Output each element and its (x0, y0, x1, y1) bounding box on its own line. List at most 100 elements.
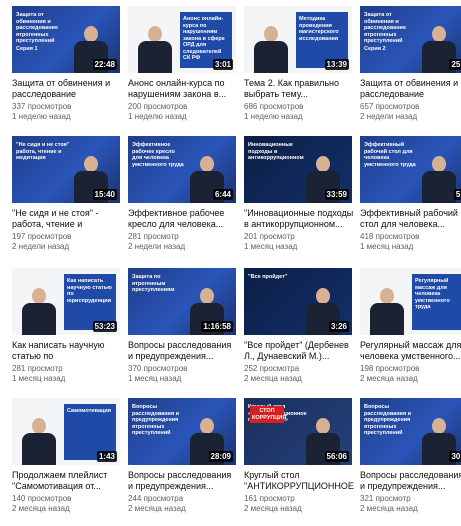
video-thumbnail[interactable]: Защита от обвинения и расследование ятро… (360, 6, 461, 73)
video-card[interactable]: Как написать научную статью по юриспруде… (12, 268, 120, 396)
video-title[interactable]: Вопросы расследования и предупреждения..… (128, 470, 238, 492)
video-meta: 198 просмотров 2 месяца назад (360, 364, 461, 384)
video-title[interactable]: Круглый стол "АНТИКОРРУПЦИОННОЕ... (244, 470, 354, 492)
upload-age: 2 месяца назад (360, 374, 418, 383)
video-thumbnail[interactable]: Эффективное рабочее кресло для человека … (128, 136, 236, 203)
thumbnail-text: Методика проведения магистерского исслед… (299, 16, 339, 42)
duration-badge: 5: (453, 189, 461, 200)
video-title[interactable]: Регулярный массаж для человека умственно… (360, 340, 461, 362)
video-title[interactable]: "Все пройдет" (Дербенев Л., Дунаевский М… (244, 340, 354, 362)
video-meta: 686 просмотров 1 неделю назад (244, 102, 354, 122)
thumbnail-text: Эффективный рабочий стол для человека ум… (364, 142, 416, 168)
video-card[interactable]: Регулярный массаж для человека умственно… (360, 268, 461, 396)
video-meta: 281 просмотр 1 месяц назад (12, 364, 122, 384)
duration-badge: 1:43 (96, 451, 117, 462)
view-count: 244 просмотра (128, 494, 184, 503)
video-card[interactable]: Вопросы расследования и предупреждения я… (360, 398, 461, 526)
video-thumbnail[interactable]: Инновационные подходы в антикоррупционно… (244, 136, 352, 203)
video-thumbnail[interactable]: Самомотивация 1:43 (12, 398, 120, 465)
video-meta: 201 просмотр 1 месяц назад (244, 232, 354, 252)
view-count: 281 просмотр (12, 364, 63, 373)
upload-age: 2 недели назад (128, 242, 186, 251)
video-thumbnail[interactable]: Круглый стол «Антикоррупционное просвеще… (244, 398, 352, 465)
video-title[interactable]: Вопросы расследования и предупреждения..… (360, 470, 461, 492)
video-card[interactable]: Анонс онлайн-курса по нарушениям закона … (128, 6, 236, 134)
video-thumbnail[interactable]: Регулярный массаж для человека умственно… (360, 268, 461, 335)
video-meta: 321 просмотр 2 месяца назад (360, 494, 461, 514)
video-meta: 140 просмотров 2 месяца назад (12, 494, 122, 514)
video-card[interactable]: Эффективное рабочее кресло для человека … (128, 136, 236, 264)
video-title[interactable]: "Не сидя и не стоя" - работа, чтение и м… (12, 208, 122, 230)
thumbnail-subtext: Серия 2 (364, 46, 386, 52)
video-meta: 244 просмотра 2 месяца назад (128, 494, 238, 514)
duration-badge: 15:40 (92, 189, 117, 200)
thumbnail-text: Защита от обвинения и расследование ятро… (16, 12, 58, 44)
video-card[interactable]: Самомотивация 1:43 Продолжаем плейлист "Са… (12, 398, 120, 526)
video-meta: 370 просмотров 1 месяц назад (128, 364, 238, 384)
thumbnail-text: Защита по ятрогенным преступлениям (132, 274, 175, 293)
video-card[interactable]: Методика проведения магистерского исслед… (244, 6, 352, 134)
video-title[interactable]: Тема 2. Как правильно выбрать тему... (244, 78, 354, 100)
duration-badge: 13:39 (324, 59, 349, 70)
video-title[interactable]: Защита от обвинения и расследование ятро… (12, 78, 122, 100)
thumbnail-text: Вопросы расследования и предупреждения я… (364, 404, 412, 436)
view-count: 197 просмотров (12, 232, 72, 241)
duration-badge: 53:23 (92, 321, 117, 332)
view-count: 418 просмотров (360, 232, 420, 241)
upload-age: 2 месяца назад (128, 504, 186, 513)
duration-badge: 6:44 (212, 189, 233, 200)
video-card[interactable]: "Все пройдет" 3:26 "Все пройдет" (Дербенев… (244, 268, 352, 396)
video-thumbnail[interactable]: Методика проведения магистерского исслед… (244, 6, 352, 73)
video-thumbnail[interactable]: Как написать научную статью по юриспруде… (12, 268, 120, 335)
upload-age: 2 недели назад (12, 242, 70, 251)
video-card[interactable]: "Не сидя и не стоя" работа, чтение и мед… (12, 136, 120, 264)
video-meta: 161 просмотр 2 месяца назад (244, 494, 354, 514)
video-card[interactable]: Защита от обвинения и расследование ятро… (360, 6, 461, 134)
upload-age: 2 недели назад (360, 112, 418, 121)
duration-badge: 25: (449, 59, 461, 70)
view-count: 657 просмотров (360, 102, 420, 111)
video-card[interactable]: Защита по ятрогенным преступлениям 1:16:5… (128, 268, 236, 396)
thumbnail-text: "Все пройдет" (248, 274, 288, 280)
video-card[interactable]: Инновационные подходы в антикоррупционно… (244, 136, 354, 264)
video-thumbnail[interactable]: "Не сидя и не стоя" работа, чтение и мед… (12, 136, 120, 203)
video-thumbnail[interactable]: Эффективный рабочий стол для человека ум… (360, 136, 461, 203)
video-thumbnail[interactable]: Вопросы расследования и предупреждения я… (128, 398, 236, 465)
upload-age: 1 месяц назад (360, 242, 414, 251)
video-card[interactable]: Защита от обвинения и расследование ятро… (12, 6, 120, 134)
video-title[interactable]: Вопросы расследования и предупреждения..… (128, 340, 238, 362)
duration-badge: 22:48 (92, 59, 117, 70)
upload-age: 1 неделю назад (244, 112, 303, 121)
video-meta: 252 просмотра 2 месяца назад (244, 364, 354, 384)
video-meta: 197 просмотров 2 недели назад (12, 232, 122, 252)
video-thumbnail[interactable]: Анонс онлайн-курса по нарушениям закона … (128, 6, 236, 73)
thumbnail-text: Защита от обвинения и расследование ятро… (364, 12, 406, 44)
view-count: 161 просмотр (244, 494, 295, 503)
thumbnail-text: Самомотивация (67, 408, 112, 414)
video-meta: 337 просмотров 1 неделю назад (12, 102, 122, 122)
thumbnail-text: Как написать научную статью по юриспруде… (67, 278, 112, 304)
thumbnail-subtext: СТОП КОРРУПЦИЯ (250, 406, 286, 423)
upload-age: 2 месяца назад (360, 504, 418, 513)
duration-badge: 28:09 (208, 451, 233, 462)
duration-badge: 56:06 (324, 451, 349, 462)
video-thumbnail[interactable]: Защита от обвинения и расследование ятро… (12, 6, 120, 73)
video-title[interactable]: Эффективное рабочее кресло для человека.… (128, 208, 238, 230)
thumbnail-text: Анонс онлайн-курса по нарушениям закона … (183, 16, 225, 61)
video-title[interactable]: Как написать научную статью по юриспруде… (12, 340, 122, 362)
video-meta: 281 просмотр 2 недели назад (128, 232, 238, 252)
video-title[interactable]: Анонс онлайн-курса по нарушениям закона … (128, 78, 238, 100)
duration-badge: 1:16:58 (201, 321, 233, 332)
video-thumbnail[interactable]: Защита по ятрогенным преступлениям 1:16:5… (128, 268, 236, 335)
video-title[interactable]: Эффективный рабочий стол для человека... (360, 208, 461, 230)
video-card[interactable]: Эффективный рабочий стол для человека ум… (360, 136, 461, 264)
video-thumbnail[interactable]: Вопросы расследования и предупреждения я… (360, 398, 461, 465)
video-card[interactable]: Вопросы расследования и предупреждения я… (128, 398, 236, 526)
video-thumbnail[interactable]: "Все пройдет" 3:26 (244, 268, 352, 335)
video-title[interactable]: Продолжаем плейлист "Самомотивация от... (12, 470, 122, 492)
upload-age: 2 месяца назад (12, 504, 70, 513)
video-card[interactable]: Круглый стол «Антикоррупционное просвеще… (244, 398, 354, 526)
video-title[interactable]: Защита от обвинения и расследование ятро… (360, 78, 461, 100)
thumbnail-text: Вопросы расследования и предупреждения я… (132, 404, 180, 436)
video-title[interactable]: "Инновационные подходы в антикоррупционн… (244, 208, 354, 230)
